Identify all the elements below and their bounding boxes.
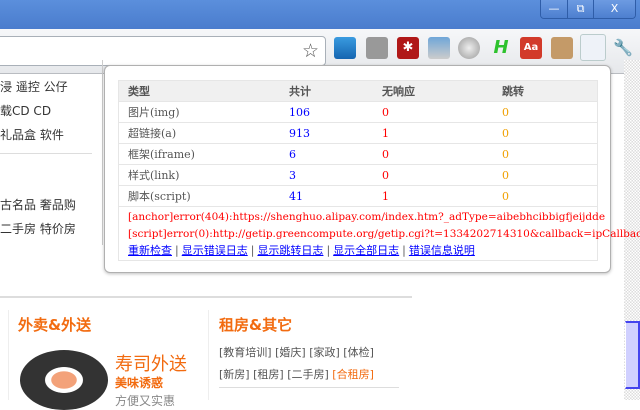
tag-link[interactable]: [婚庆] (275, 346, 306, 359)
tag-link[interactable]: [体检] (343, 346, 374, 359)
globe-icon[interactable] (458, 37, 480, 59)
divider (208, 310, 209, 400)
total-cell: 41 (289, 189, 303, 203)
left-panel-border (102, 60, 103, 245)
box-icon[interactable] (551, 37, 573, 59)
divider (8, 310, 9, 400)
rent-title[interactable]: 租房&其它 (219, 314, 292, 335)
type-cell: 图片(img) (128, 106, 180, 119)
link-checker-icon[interactable] (580, 34, 606, 61)
error-info-link[interactable]: 错误信息说明 (409, 244, 475, 257)
total-cell: 913 (289, 126, 310, 140)
separator: | (175, 244, 179, 257)
tag-link[interactable]: [新房] (219, 368, 250, 381)
close-button[interactable]: X (593, 0, 635, 18)
restore-button[interactable]: ⧉ (567, 0, 593, 18)
noresp-cell: 0 (382, 105, 389, 119)
noresp-cell: 1 (382, 126, 389, 140)
promo-desc: 方便又实惠 (115, 394, 176, 408)
noresp-cell: 0 (382, 147, 389, 161)
header-redirect: 跳转 (502, 85, 524, 98)
type-cell: 样式(link) (128, 169, 180, 182)
h-icon[interactable]: H (490, 37, 512, 59)
noresp-cell: 1 (382, 189, 389, 203)
promo-title[interactable]: 寿司外送 (115, 350, 187, 376)
rent-tags-row: [新房] [租房] [二手房] [合租房] (219, 366, 374, 382)
divider (0, 153, 92, 154)
table-row: 脚本(script) 41 1 0 (119, 186, 597, 207)
table-row: 样式(link) 3 0 0 (119, 165, 597, 186)
recheck-link[interactable]: 重新检查 (128, 244, 172, 257)
takeout-title[interactable]: 外卖&外送 (18, 314, 91, 335)
type-cell: 超链接(a) (128, 127, 177, 140)
separator: | (326, 244, 331, 257)
tag-link-highlight[interactable]: [合租房] (332, 368, 374, 381)
results-table: 类型 共计 无响应 跳转 图片(img) 106 0 0 超链接(a) 913 1 0 框架… (118, 80, 640, 261)
tag-link[interactable]: [家政] (309, 346, 340, 359)
category-line[interactable]: 二手房 特价房 (0, 220, 76, 237)
table-row: 超链接(a) 913 1 0 (119, 123, 597, 144)
table-row: 框架(iframe) 6 0 0 (119, 144, 597, 165)
separator: | (402, 244, 406, 257)
total-cell: 3 (289, 168, 296, 182)
category-line[interactable]: 古名品 奢品购 (0, 196, 76, 213)
redirect-cell: 0 (502, 189, 509, 203)
wrench-icon[interactable]: 🔧 (612, 37, 634, 59)
category-line[interactable]: 载CD CD (0, 102, 51, 119)
scrollbar-thumb[interactable] (625, 321, 640, 389)
noresp-cell: 0 (382, 168, 389, 182)
separator: | (250, 244, 255, 257)
redirect-cell: 0 (502, 126, 509, 140)
redirect-cell: 0 (502, 147, 509, 161)
sushi-image[interactable] (20, 350, 108, 410)
header-noresponse: 无响应 (382, 85, 415, 98)
error-line: [anchor]error(404):https://shenghuo.alip… (128, 211, 606, 223)
rent-tags-row: [教育培训] [婚庆] [家政] [体检] (219, 344, 374, 360)
error-line: [script]error(0):http://getip.greencompu… (128, 228, 640, 240)
redirect-cell: 0 (502, 105, 509, 119)
address-bar[interactable]: ☆ (0, 36, 326, 66)
tag-link[interactable]: [二手房] (287, 368, 329, 381)
tag-link[interactable]: [租房] (253, 368, 284, 381)
header-total: 共计 (289, 85, 311, 98)
dictionary-icon[interactable]: Aa (520, 37, 542, 59)
lastpass-icon[interactable]: ✱ (397, 37, 419, 59)
show-redirect-log-link[interactable]: 显示跳转日志 (257, 244, 323, 257)
photo-icon[interactable] (334, 37, 356, 59)
minimize-button[interactable]: — (541, 0, 567, 18)
show-error-log-link[interactable]: 显示错误日志 (182, 244, 248, 257)
section-divider (0, 296, 412, 298)
category-line[interactable]: 浸 遥控 公仔 (0, 78, 68, 95)
window-controls: — ⧉ X (540, 0, 636, 19)
header-type: 类型 (128, 85, 150, 98)
monitor-icon[interactable] (428, 37, 450, 59)
type-cell: 框架(iframe) (128, 148, 195, 161)
show-all-log-link[interactable]: 显示全部日志 (333, 244, 399, 257)
table-row: 图片(img) 106 0 0 (119, 102, 597, 123)
type-cell: 脚本(script) (128, 190, 191, 203)
action-links: 重新检查 | 显示错误日志 | 显示跳转日志 | 显示全部日志 | 错误信息说明 (119, 243, 597, 260)
mail-check-icon[interactable] (366, 37, 388, 59)
error-log: [anchor]error(404):https://shenghuo.alip… (119, 207, 640, 243)
link-checker-popup: 类型 共计 无响应 跳转 图片(img) 106 0 0 超链接(a) 913 1 0 框架… (104, 65, 640, 273)
category-line[interactable]: 礼品盒 软件 (0, 126, 64, 143)
promo-subtitle: 美味诱惑 (115, 376, 164, 390)
total-cell: 6 (289, 147, 296, 161)
title-bar: — ⧉ X (0, 0, 640, 29)
redirect-cell: 0 (502, 168, 509, 182)
bookmark-star-icon[interactable]: ☆ (302, 40, 319, 62)
table-header: 类型 共计 无响应 跳转 (119, 81, 597, 102)
divider (219, 387, 399, 388)
total-cell: 106 (289, 105, 310, 119)
tag-link[interactable]: [教育培训] (219, 346, 272, 359)
